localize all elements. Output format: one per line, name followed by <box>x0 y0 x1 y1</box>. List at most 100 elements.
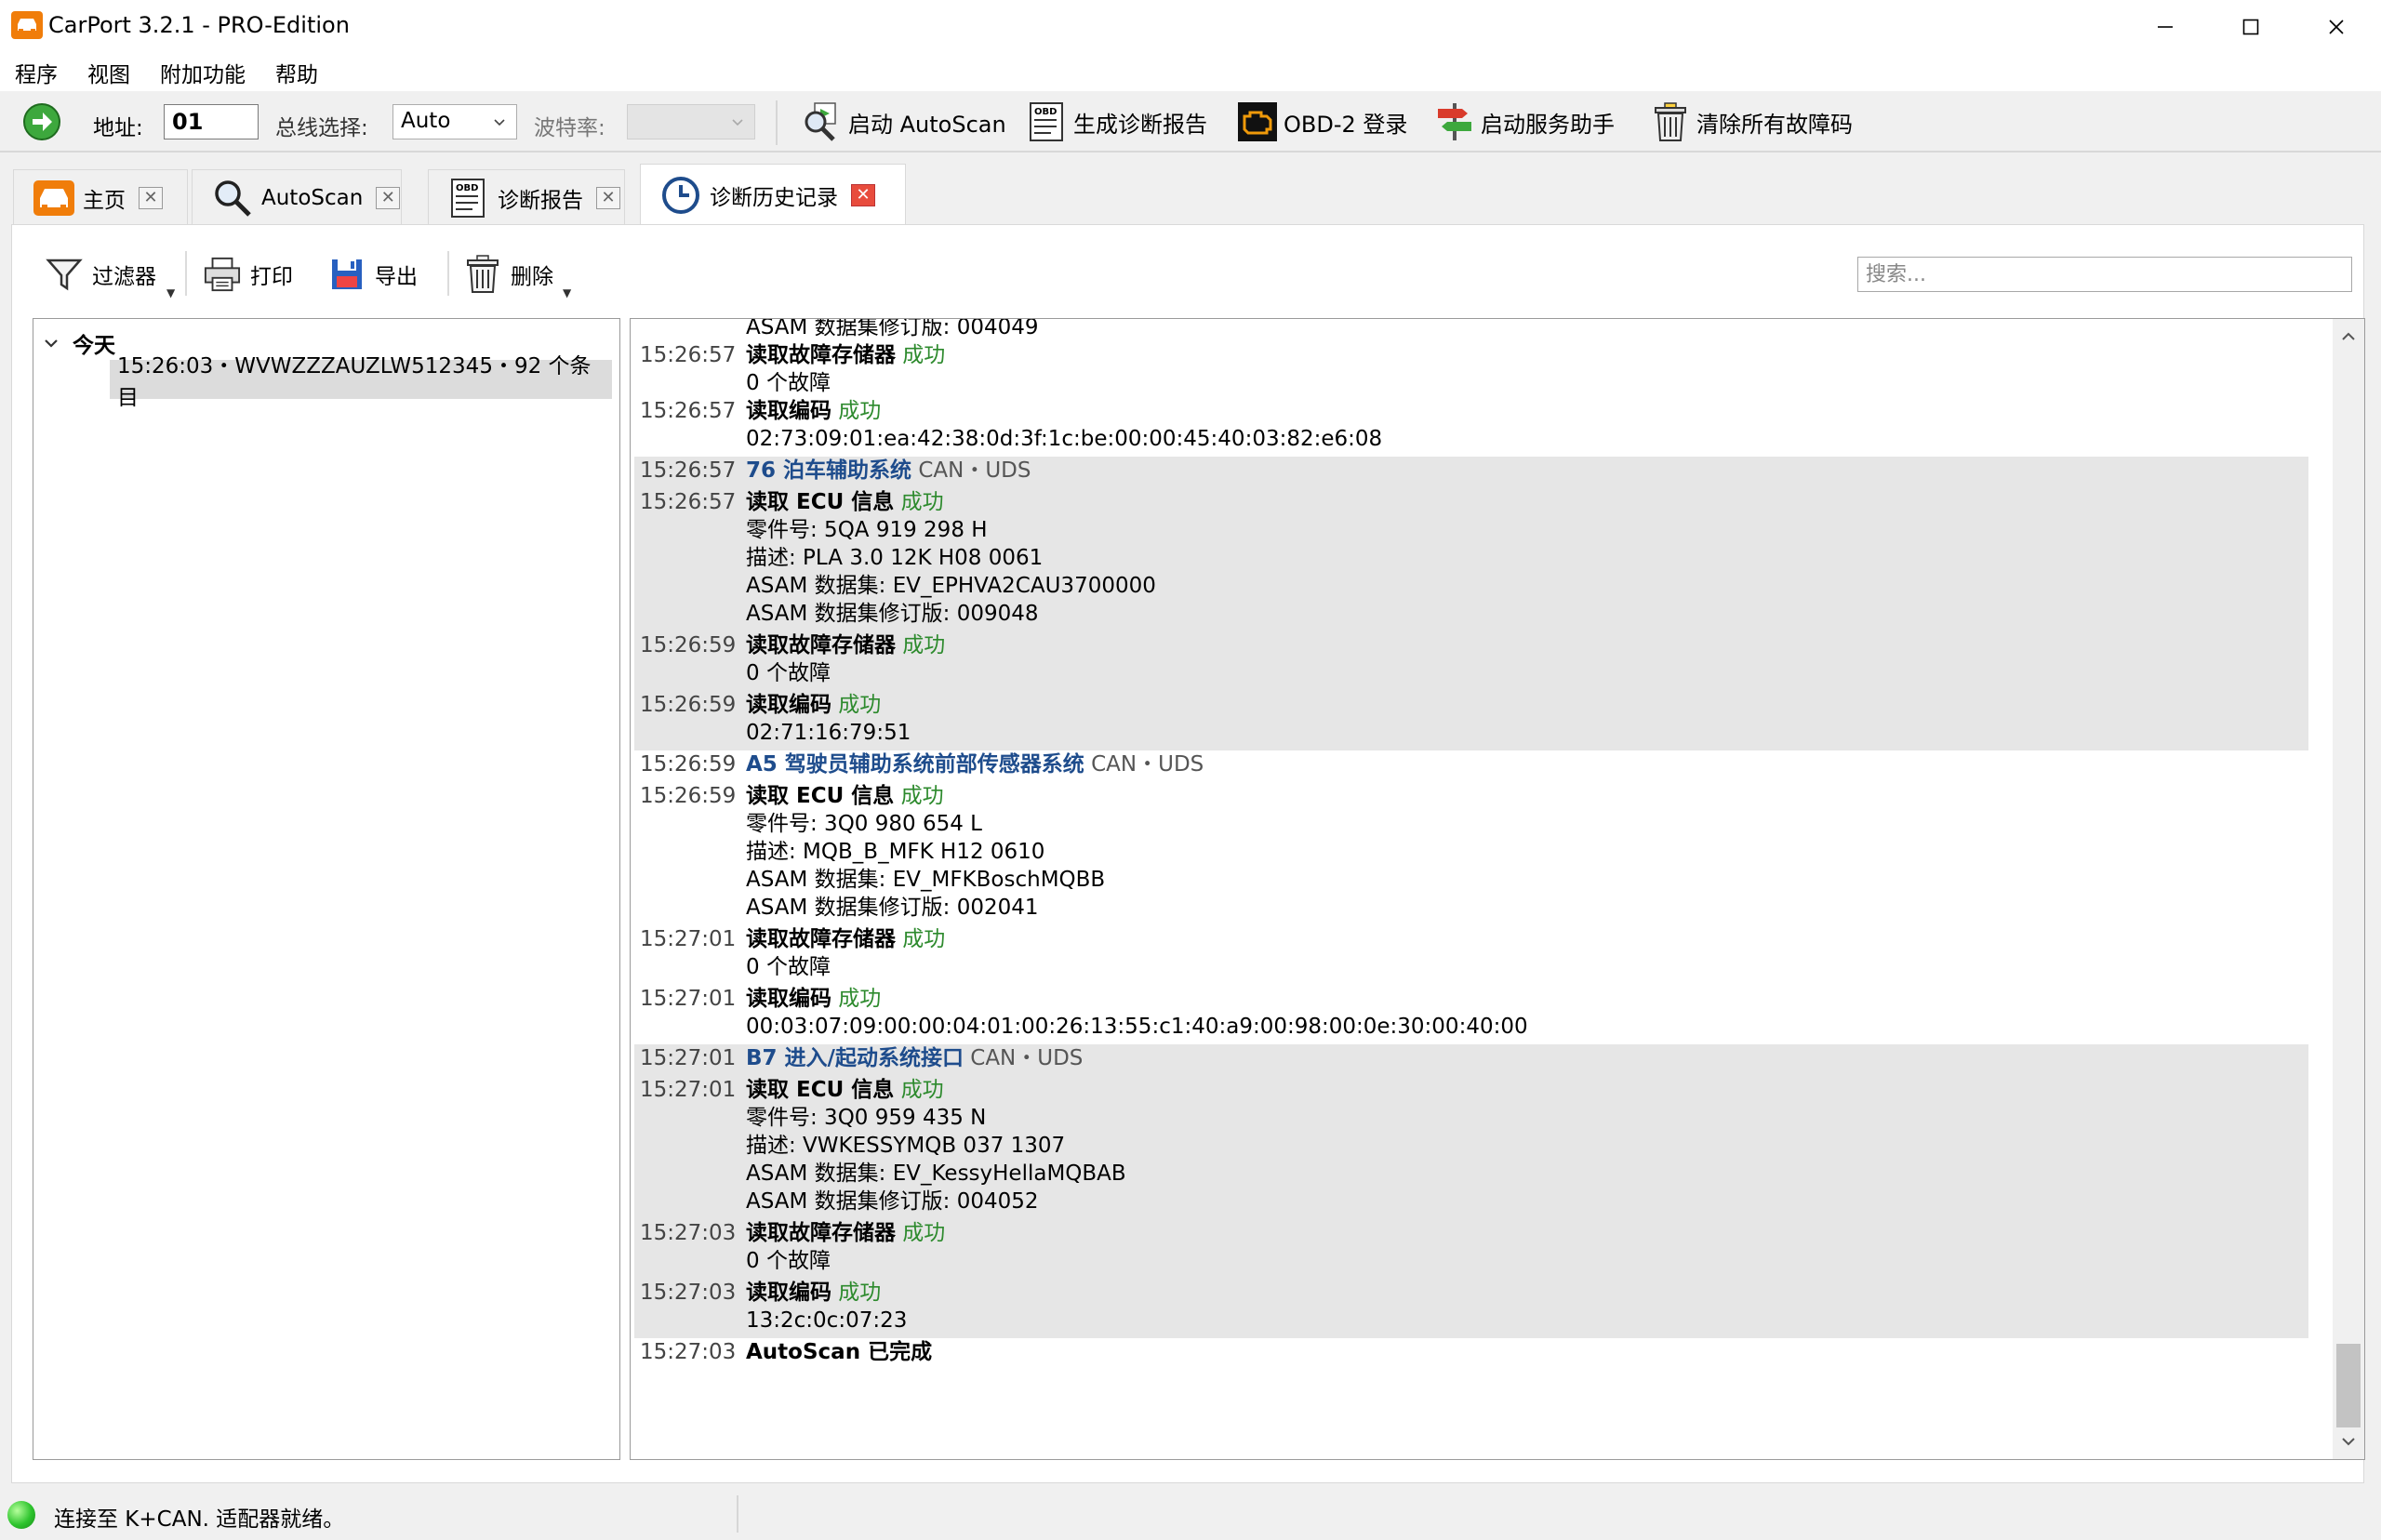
trash-icon <box>464 255 501 294</box>
export-button[interactable]: 导出 <box>328 253 418 296</box>
log-line: 00:03:07:09:00:00:04:01:00:26:13:55:c1:4… <box>634 1013 2308 1041</box>
log-line: 0 个故障 <box>634 369 2308 397</box>
status-success: 成功 <box>894 1078 944 1102</box>
clear-dtc-button[interactable]: 清除所有故障码 <box>1650 99 1853 145</box>
status-success: 成功 <box>896 343 946 367</box>
log-fragment: 读取故障存储器 <box>746 1221 896 1245</box>
log-timestamp: 15:27:03 <box>640 1340 737 1364</box>
log-line: 15:26:57 读取编码 成功 <box>634 397 2308 425</box>
vertical-scrollbar[interactable] <box>2333 319 2364 1459</box>
close-icon[interactable]: ✕ <box>851 183 875 206</box>
log-entry: 15:27:01 B7 进入/起动系统接口 CAN・UDS 15:27:01 读取 E… <box>634 1044 2308 1338</box>
ecu-header: A5 驾驶员辅助系统前部传感器系统 <box>746 752 1084 777</box>
log-text: 读取 ECU 信息 成功 <box>746 782 944 810</box>
maximize-button[interactable] <box>2208 0 2294 54</box>
log-timestamp: 15:27:01 <box>640 1078 737 1102</box>
log-fragment: 0 个故障 <box>746 1249 831 1273</box>
log-fragment: 读取编码 <box>746 987 831 1011</box>
scrollbar-thumb[interactable] <box>2336 1344 2361 1427</box>
print-button[interactable]: 打印 <box>204 253 293 296</box>
log-fragment: 读取 ECU 信息 <box>746 1078 895 1102</box>
log-fragment: 描述: PLA 3.0 12K H08 0061 <box>746 546 1044 570</box>
log-text: 零件号: 3Q0 959 435 N <box>746 1104 986 1132</box>
log-line: ASAM 数据集: EV_EPHVA2CAU3700000 <box>634 572 2308 600</box>
delete-button[interactable]: 删除 <box>464 253 553 296</box>
bus-select-value: Auto <box>401 109 451 133</box>
filter-button[interactable]: 过滤器 <box>46 253 156 296</box>
log-line: ASAM 数据集修订版: 002041 <box>634 894 2308 922</box>
log-fragment: ASAM 数据集修订版: 002041 <box>746 896 1039 920</box>
status-success: 成功 <box>896 633 946 657</box>
log-text: 00:03:07:09:00:00:04:01:00:26:13:55:c1:4… <box>746 1013 1528 1041</box>
close-icon[interactable]: ✕ <box>596 186 620 209</box>
log-line: 描述: PLA 3.0 12K H08 0061 <box>634 544 2308 572</box>
bus-select[interactable]: Auto <box>392 104 517 139</box>
toolbar-separator <box>185 251 187 296</box>
filter-label: 过滤器 <box>92 265 156 289</box>
log-timestamp: 15:26:59 <box>640 633 737 657</box>
log-line: 零件号: 3Q0 980 654 L <box>634 810 2308 838</box>
scroll-down-icon[interactable] <box>2333 1429 2364 1454</box>
tab-autoscan[interactable]: AutoScan ✕ <box>192 169 402 225</box>
start-autoscan-button[interactable]: 启动 AutoScan <box>802 99 1006 145</box>
close-icon[interactable]: ✕ <box>139 186 163 209</box>
main-toolbar: 地址: 总线选择: Auto 波特率: 启动 AutoScan OBD 生成诊断… <box>0 91 2381 153</box>
history-toolbar: 过滤器 ▼ 打印 导出 删除 ▼ <box>12 225 2363 318</box>
filter-dropdown-arrow-icon[interactable]: ▼ <box>166 286 175 299</box>
baud-rate-select[interactable] <box>627 104 755 139</box>
connect-button[interactable] <box>22 102 61 141</box>
log-text: A5 驾驶员辅助系统前部传感器系统 CAN・UDS <box>746 750 1204 778</box>
start-autoscan-label: 启动 AutoScan <box>848 111 1006 138</box>
status-success: 成功 <box>831 987 882 1011</box>
menu-program[interactable]: 程序 <box>15 55 58 90</box>
log-fragment: ASAM 数据集: EV_KessyHellaMQBAB <box>746 1162 1126 1186</box>
chevron-down-icon <box>732 119 743 126</box>
status-led-icon <box>7 1501 35 1529</box>
tab-diagnostic-history-label: 诊断历史记录 <box>710 185 838 210</box>
tree-node-today[interactable]: 今天 <box>43 326 115 360</box>
menu-help[interactable]: 帮助 <box>275 55 318 90</box>
log-fragment: 零件号: 5QA 919 298 H <box>746 518 988 542</box>
tab-home[interactable]: 主页 ✕ <box>13 169 188 225</box>
log-fragment: 13:2c:0c:07:23 <box>746 1308 908 1333</box>
log-text: 76 泊车辅助系统 CAN・UDS <box>746 457 1031 485</box>
address-input[interactable] <box>164 104 259 139</box>
tree-item-session[interactable]: 15:26:03・WVWZZZAUZLW512345・92 个条目 <box>110 354 612 410</box>
log-fragment: 读取故障存储器 <box>746 633 896 657</box>
status-success: 成功 <box>831 1281 882 1305</box>
log-fragment: 读取编码 <box>746 693 831 717</box>
log-text: 0 个故障 <box>746 1247 831 1275</box>
log-text: 读取故障存储器 成功 <box>746 341 945 369</box>
minimize-button[interactable] <box>2122 0 2208 54</box>
log-line: ASAM 数据集修订版: 004052 <box>634 1188 2308 1215</box>
log-text: AutoScan 已完成 <box>746 1338 932 1366</box>
log-text: 描述: PLA 3.0 12K H08 0061 <box>746 544 1043 572</box>
status-success: 成功 <box>896 1221 946 1245</box>
log-fragment: 描述: VWKESSYMQB 037 1307 <box>746 1134 1066 1158</box>
tab-diagnostic-report[interactable]: OBD 诊断报告 ✕ <box>428 169 625 225</box>
tab-diagnostic-history[interactable]: 诊断历史记录 ✕ <box>640 164 906 225</box>
log-line: 15:26:59 A5 驾驶员辅助系统前部传感器系统 CAN・UDS <box>634 750 2308 778</box>
scroll-up-icon[interactable] <box>2333 325 2364 349</box>
search-input[interactable] <box>1857 257 2352 292</box>
service-assistant-button[interactable]: 启动服务助手 <box>1434 99 1615 145</box>
log-fragment: 零件号: 3Q0 980 654 L <box>746 812 982 836</box>
menu-view[interactable]: 视图 <box>87 55 130 90</box>
menu-extras[interactable]: 附加功能 <box>160 55 246 90</box>
tab-autoscan-label: AutoScan <box>261 185 364 210</box>
log-line: 15:26:57 读取故障存储器 成功 <box>634 341 2308 369</box>
generate-report-button[interactable]: OBD 生成诊断报告 <box>1027 99 1207 145</box>
chevron-down-icon[interactable] <box>43 335 60 352</box>
clock-icon <box>659 175 702 216</box>
log-text: 13:2c:0c:07:23 <box>746 1307 907 1334</box>
close-window-button[interactable] <box>2294 0 2379 54</box>
chevron-down-icon <box>494 119 505 126</box>
log-text: 读取编码 成功 <box>746 691 881 719</box>
status-success: 成功 <box>894 490 944 514</box>
delete-dropdown-arrow-icon[interactable]: ▼ <box>563 286 571 299</box>
obd2-login-button[interactable]: OBD-2 登录 <box>1237 99 1407 145</box>
close-icon[interactable]: ✕ <box>376 186 401 209</box>
window-title: CarPort 3.2.1 - PRO-Edition <box>48 12 350 38</box>
log-line: 15:26:57 读取 ECU 信息 成功 <box>634 488 2308 516</box>
log-fragment: ASAM 数据集修订版: 009048 <box>746 602 1039 626</box>
